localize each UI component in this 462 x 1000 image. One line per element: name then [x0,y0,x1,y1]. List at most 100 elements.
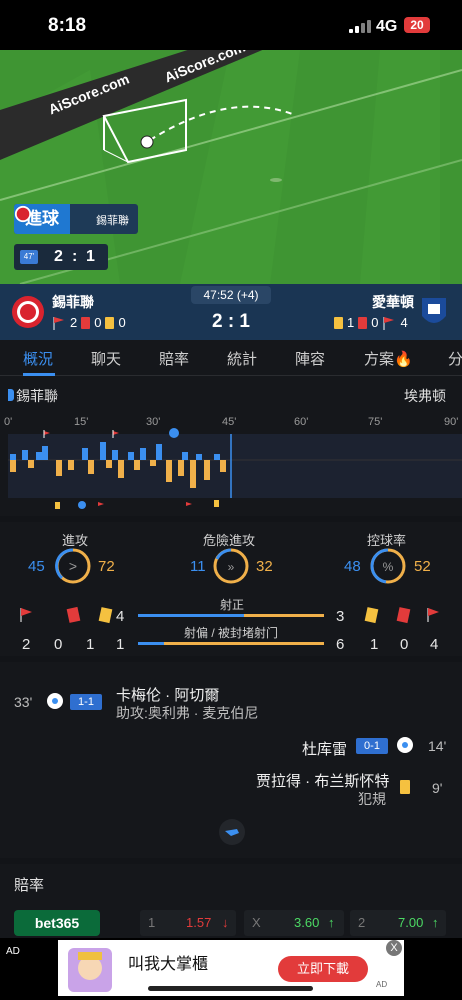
away-corners-count: 4 [430,636,439,653]
tab-odds[interactable]: 賠率 [159,348,189,369]
attack-away: 72 [98,558,115,575]
odds-away-value: 7.00 [398,915,424,930]
goal-team-name: 錫菲聯 [96,215,129,227]
football-icon [47,693,63,709]
tab-stats[interactable]: 統計 [227,348,257,369]
possession-away: 52 [414,558,431,575]
odds-draw-value: 3.60 [294,915,320,930]
off-target-label: 射偏 / 被封堵射门 [183,626,278,640]
ad-character-icon [68,948,112,992]
arrow-down-icon: ↓ [222,915,229,930]
danger-home: 11 [190,558,206,575]
clock-time: 8:18 [48,15,87,36]
ad-tag: AD [6,946,20,957]
on-target-bar [138,614,324,617]
off-target-bar-fill [138,642,165,645]
on-target-away: 3 [336,608,345,625]
home-team-name[interactable]: 錫菲聯 [52,292,94,312]
signal-icon [349,20,371,33]
ad-close-button[interactable]: X [386,940,402,956]
off-target-bar [138,642,324,645]
odds-home-index: 1 [148,915,156,930]
arrow-up-icon: ↑ [432,915,439,930]
ad-download-button[interactable]: 立即下載 [278,956,368,982]
svg-text:»: » [228,560,235,574]
danger-ring: » [213,548,249,584]
on-target-bar-fill [138,614,245,617]
goal-event-badge: 進球 錫菲聯 [14,204,138,234]
ad-title: 叫我大掌櫃 [128,956,209,973]
network-type: 4G [376,18,398,35]
away-card-summary: 1 0 4 [334,315,408,330]
possession-home: 48 [344,558,361,575]
home-corners-count: 2 [22,636,31,653]
attack-home: 45 [28,558,45,575]
corner-flag-icon [383,316,395,330]
on-target-home: 4 [116,608,125,625]
whistle-icon [219,819,245,845]
stats-summary: 進攻 45 > 72 危險進攻 11 » 32 控球率 48 % 52 4 射正… [0,522,462,656]
live-score-chip: 47' 2 : 1 [14,244,108,270]
tab-plans[interactable]: 方案🔥 [364,348,413,369]
yellow-card-icon [400,780,410,794]
arrow-up-icon: ↑ [328,915,335,930]
ad-corner-tag: AD [376,980,388,989]
status-bar: 8:18 4G 20 [0,0,462,50]
tab-plans-label: 方案 [364,351,395,368]
tab-more[interactable]: 分 [448,348,462,369]
away-yellow-count: 1 [370,636,379,653]
away-corners: 4 [400,315,408,330]
event-minute: 9' [432,780,443,796]
svg-text:>: > [69,558,77,574]
odds-away[interactable]: 2 7.00 ↑ [350,910,446,936]
live-score-sep: : [72,248,79,265]
sheffield-crest-icon [14,205,32,223]
yellow-card-icon [334,316,343,329]
event-assist: 助攻:奥利弗 · 麦克伯尼 [116,705,259,721]
attack-ring: > [55,548,91,584]
event-minute: 14' [428,738,447,754]
home-red-count: 0 [54,636,63,653]
away-crest-icon[interactable] [418,294,450,330]
live-home-score: 2 [54,248,64,265]
fire-icon: 🔥 [394,351,413,368]
odds-home-value: 1.57 [186,915,212,930]
football-icon [397,737,413,753]
odds-away-index: 2 [358,915,366,930]
match-header: 錫菲聯 2 0 0 47:52 (+4) 2 : 1 愛華頓 1 0 4 [0,284,462,340]
danger-away: 32 [256,558,273,575]
match-clock: 47:52 (+4) [191,286,271,304]
event-player[interactable]: 卡梅伦 · 阿切爾 [116,684,219,705]
tab-lineup[interactable]: 陣容 [295,348,325,369]
odds-draw-index: X [252,915,261,930]
match-animation[interactable]: AiScore.com AiScore.com 進球 錫菲聯 47' 2 : 1 [0,50,462,284]
away-red-count: 0 [400,636,409,653]
tab-overview[interactable]: 概況 [23,348,53,369]
minute-chip: 47' [20,250,38,264]
home-indicator[interactable] [148,986,313,991]
on-target-label: 射正 [219,598,244,612]
tab-bar: 概況 聊天 賠率 統計 陣容 方案🔥 分 [0,340,462,376]
event-score-chip: 1-1 [70,694,102,710]
momentum-timeline: 錫菲聯 埃弗顿 0' 15' 30' 45' 60' 75' 90' [0,376,462,516]
home-stat-icons [20,606,113,624]
home-yellow-count: 1 [86,636,95,653]
away-red: 0 [371,315,379,330]
odds-draw[interactable]: X 3.60 ↑ [244,910,344,936]
battery-icon: 20 [404,17,430,33]
momentum-chart [8,428,462,509]
away-yellow: 1 [347,315,355,330]
bookmaker-logo[interactable]: bet365 [14,910,100,936]
tab-chat[interactable]: 聊天 [91,348,121,369]
event-player[interactable]: 杜库雷 [302,738,347,759]
svg-text:%: % [383,560,394,574]
red-card-icon [358,316,368,329]
away-team-name[interactable]: 愛華頓 [372,292,414,312]
event-player[interactable]: 贾拉得 · 布兰斯怀特 [256,770,389,791]
off-target-away: 6 [336,636,345,653]
away-stat-icons [364,607,439,624]
event-detail: 犯規 [358,791,386,807]
off-target-home: 1 [116,636,125,653]
odds-home[interactable]: 1 1.57 ↓ [140,910,236,936]
event-minute: 33' [14,694,33,710]
